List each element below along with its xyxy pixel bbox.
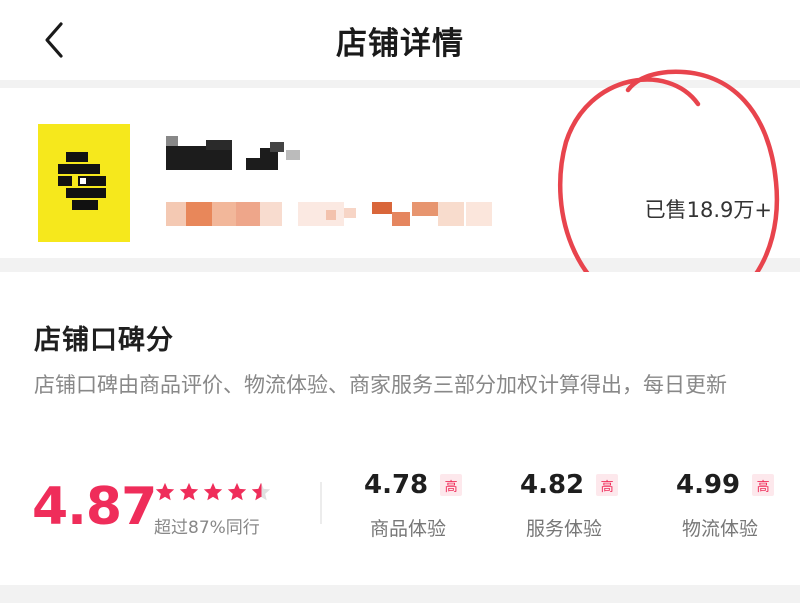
overall-score-block: 4.87 超过87%同行 (32, 477, 332, 541)
metric-service-experience: 4.82 高 服务体验 (520, 470, 660, 550)
score-divider (320, 482, 322, 524)
star-rating (154, 481, 272, 503)
metric-product-experience: 4.78 高 商品体验 (364, 470, 504, 550)
store-info-card[interactable]: 已售18.9万+ (0, 88, 800, 258)
metric-badge: 高 (596, 474, 619, 496)
metric-value: 4.99 (676, 470, 741, 500)
top-nav-bar: 店铺详情 (0, 0, 800, 80)
reputation-title: 店铺口碑分 (34, 325, 174, 356)
star-icon (203, 482, 223, 501)
half-star-icon (251, 482, 271, 501)
metric-badge: 高 (440, 474, 463, 496)
metric-label: 商品体验 (370, 518, 447, 540)
sold-count: 已售18.9万+ (644, 198, 772, 222)
metric-value: 4.78 (364, 470, 429, 500)
star-icon (155, 482, 175, 501)
store-reputation-card: 店铺口碑分 店铺口碑由商品评价、物流体验、商家服务三部分加权计算得出，每日更新 … (0, 272, 800, 585)
store-tags-redacted (166, 202, 492, 226)
store-logo (38, 124, 130, 242)
star-icon (227, 482, 247, 501)
reputation-description: 店铺口碑由商品评价、物流体验、商家服务三部分加权计算得出，每日更新 (34, 373, 727, 397)
metric-logistics-experience: 4.99 高 物流体验 (676, 470, 800, 550)
metric-badge: 高 (752, 474, 775, 496)
store-name-redacted (166, 136, 300, 170)
percentile-text: 超过87%同行 (154, 518, 260, 538)
store-logo-mark (58, 152, 106, 210)
metric-value: 4.82 (520, 470, 585, 500)
metric-label: 服务体验 (526, 518, 603, 540)
page-title: 店铺详情 (336, 26, 464, 62)
star-icon (179, 482, 199, 501)
metric-label: 物流体验 (682, 518, 759, 540)
overall-score: 4.87 (32, 477, 157, 537)
